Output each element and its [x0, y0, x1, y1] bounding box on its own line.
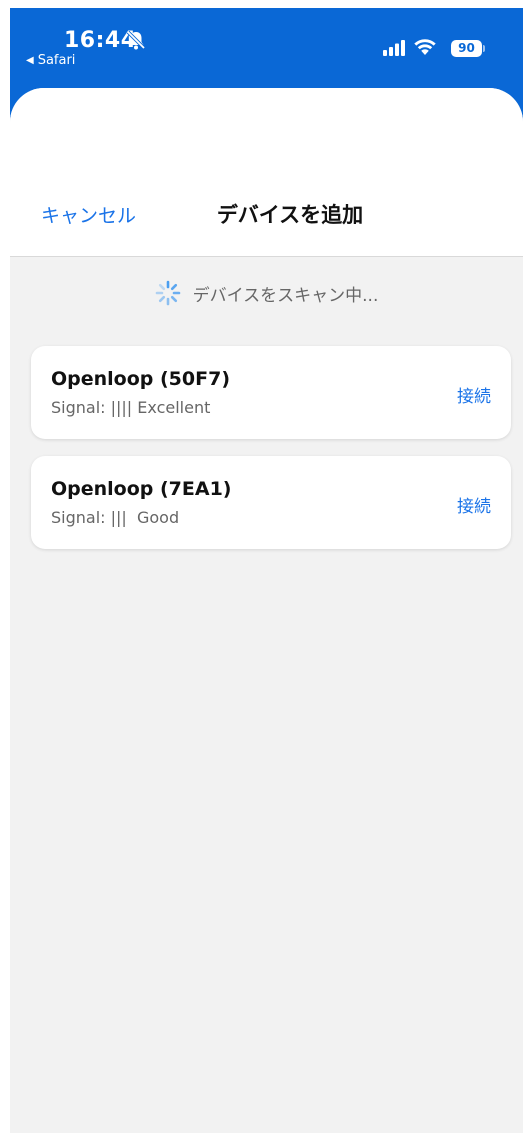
back-app-label: Safari	[37, 53, 76, 68]
scan-status: デバイスをスキャン中...	[10, 278, 523, 308]
back-to-app-link[interactable]: ◀ Safari	[26, 53, 75, 68]
sheet-title: デバイスを追加	[216, 203, 364, 227]
phone-screen: 16:44 ◀ Safari 90 キャンセル デバイスを追加 デバイスをスキャ…	[10, 8, 523, 1133]
spinner-icon	[155, 280, 180, 306]
battery-level: 90	[451, 40, 482, 57]
status-bar: 16:44 ◀ Safari 90	[10, 8, 523, 88]
device-name: Openloop (50F7)	[51, 368, 231, 390]
cellular-signal-icon	[383, 40, 405, 56]
add-device-sheet: キャンセル デバイスを追加 デバイスをスキャン中... Openloop (50	[10, 88, 523, 1133]
back-arrow-icon: ◀	[26, 55, 34, 66]
connect-button[interactable]: 接続	[457, 492, 491, 517]
battery-icon: 90	[451, 40, 485, 57]
device-signal: Signal: |||| Excellent	[51, 398, 211, 417]
device-card[interactable]: Openloop (7EA1) Signal: ||| Good 接続	[31, 456, 511, 549]
sheet-header: キャンセル デバイスを追加	[10, 88, 523, 257]
device-signal: Signal: ||| Good	[51, 508, 180, 527]
wifi-icon	[414, 39, 436, 55]
device-name: Openloop (7EA1)	[51, 478, 232, 500]
scan-status-text: デバイスをスキャン中...	[192, 285, 379, 306]
bell-slash-icon	[126, 30, 146, 50]
device-card[interactable]: Openloop (50F7) Signal: |||| Excellent 接…	[31, 346, 511, 439]
connect-button[interactable]: 接続	[457, 382, 491, 407]
